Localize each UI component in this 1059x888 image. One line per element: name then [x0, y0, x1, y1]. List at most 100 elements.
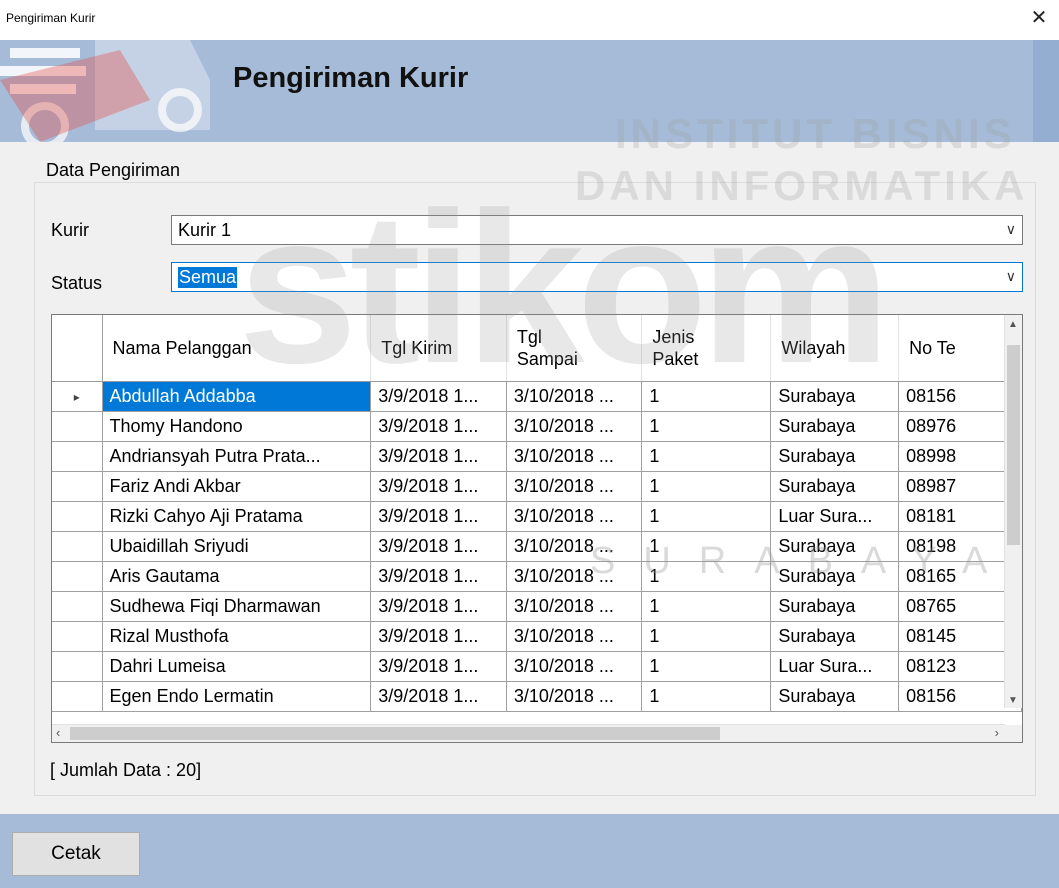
cell-jenis-paket[interactable]: 1: [641, 561, 772, 592]
cell-wilayah[interactable]: Surabaya: [770, 681, 900, 712]
header-accent: [1033, 40, 1059, 142]
row-header[interactable]: [52, 441, 103, 472]
table-row[interactable]: Sudhewa Fiqi Dharmawan 3/9/2018 1... 3/10/…: [52, 591, 1022, 622]
cell-tgl-sampai[interactable]: 3/10/2018 ...: [506, 381, 643, 412]
cell-tgl-sampai[interactable]: 3/10/2018 ...: [506, 591, 643, 622]
pengiriman-data-grid[interactable]: Nama Pelanggan Tgl Kirim Tgl Sampai Jeni…: [51, 314, 1023, 743]
column-header-tgl-sampai[interactable]: Tgl Sampai: [506, 315, 643, 382]
vertical-scrollbar[interactable]: ▲ ▼: [1004, 315, 1022, 708]
cell-nama[interactable]: Rizki Cahyo Aji Pratama: [102, 501, 372, 532]
cell-tgl-kirim[interactable]: 3/9/2018 1...: [370, 471, 507, 502]
vertical-scroll-thumb[interactable]: [1007, 345, 1020, 545]
cell-tgl-kirim[interactable]: 3/9/2018 1...: [370, 591, 507, 622]
kurir-selected-value: Kurir 1: [178, 220, 232, 240]
cell-wilayah[interactable]: Surabaya: [770, 441, 900, 472]
cell-tgl-sampai[interactable]: 3/10/2018 ...: [506, 411, 643, 442]
cell-tgl-kirim[interactable]: 3/9/2018 1...: [370, 441, 507, 472]
cell-nama[interactable]: Abdullah Addabba: [102, 381, 372, 412]
cell-tgl-kirim[interactable]: 3/9/2018 1...: [370, 501, 507, 532]
row-header[interactable]: [52, 411, 103, 442]
cell-tgl-kirim[interactable]: 3/9/2018 1...: [370, 651, 507, 682]
horizontal-scroll-thumb[interactable]: [70, 727, 720, 740]
cell-jenis-paket[interactable]: 1: [641, 471, 772, 502]
cell-nama[interactable]: Egen Endo Lermatin: [102, 681, 372, 712]
row-header[interactable]: [52, 591, 103, 622]
cell-nama[interactable]: Fariz Andi Akbar: [102, 471, 372, 502]
table-row[interactable]: Fariz Andi Akbar 3/9/2018 1... 3/10/2018 .…: [52, 471, 1022, 502]
column-header-wilayah[interactable]: Wilayah: [770, 315, 900, 382]
table-row[interactable]: Rizki Cahyo Aji Pratama 3/9/2018 1... 3/10…: [52, 501, 1022, 532]
cell-wilayah[interactable]: Surabaya: [770, 411, 900, 442]
cell-jenis-paket[interactable]: 1: [641, 681, 772, 712]
cell-tgl-sampai[interactable]: 3/10/2018 ...: [506, 501, 643, 532]
cell-jenis-paket[interactable]: 1: [641, 501, 772, 532]
row-header[interactable]: [52, 651, 103, 682]
print-button[interactable]: Cetak: [12, 832, 140, 876]
table-row[interactable]: Aris Gautama 3/9/2018 1... 3/10/2018 ... 1 S…: [52, 561, 1022, 592]
cell-wilayah[interactable]: Surabaya: [770, 561, 900, 592]
cell-tgl-sampai[interactable]: 3/10/2018 ...: [506, 651, 643, 682]
cell-jenis-paket[interactable]: 1: [641, 621, 772, 652]
cell-nama[interactable]: Rizal Musthofa: [102, 621, 372, 652]
cell-tgl-kirim[interactable]: 3/9/2018 1...: [370, 621, 507, 652]
cell-nama[interactable]: Aris Gautama: [102, 561, 372, 592]
cell-jenis-paket[interactable]: 1: [641, 651, 772, 682]
table-row[interactable]: Rizal Musthofa 3/9/2018 1... 3/10/2018 ...…: [52, 621, 1022, 652]
cell-wilayah[interactable]: Luar Sura...: [770, 651, 900, 682]
cell-nama[interactable]: Thomy Handono: [102, 411, 372, 442]
row-header[interactable]: [52, 561, 103, 592]
status-label: Status: [51, 273, 103, 293]
kurir-label: Kurir: [51, 220, 90, 240]
table-row[interactable]: Dahri Lumeisa 3/9/2018 1... 3/10/2018 ... 1…: [52, 651, 1022, 682]
delivery-truck-icon: [0, 40, 210, 142]
column-header-jenis-paket[interactable]: Jenis Paket: [641, 315, 772, 382]
cell-tgl-sampai[interactable]: 3/10/2018 ...: [506, 621, 643, 652]
kurir-dropdown[interactable]: Kurir 1 ∨: [171, 215, 1023, 245]
row-header[interactable]: [52, 681, 103, 712]
scroll-left-icon[interactable]: ‹: [56, 725, 60, 740]
table-row[interactable]: Ubaidillah Sriyudi 3/9/2018 1... 3/10/2018…: [52, 531, 1022, 562]
cell-wilayah[interactable]: Surabaya: [770, 381, 900, 412]
row-header[interactable]: [52, 531, 103, 562]
cell-tgl-sampai[interactable]: 3/10/2018 ...: [506, 681, 643, 712]
cell-wilayah[interactable]: Surabaya: [770, 531, 900, 562]
cell-jenis-paket[interactable]: 1: [641, 381, 772, 412]
cell-jenis-paket[interactable]: 1: [641, 591, 772, 622]
horizontal-scrollbar[interactable]: ‹ ›: [52, 724, 1005, 742]
cell-tgl-sampai[interactable]: 3/10/2018 ...: [506, 471, 643, 502]
close-button[interactable]: ✕: [1019, 0, 1059, 34]
table-row[interactable]: Thomy Handono 3/9/2018 1... 3/10/2018 ... 1…: [52, 411, 1022, 442]
cell-tgl-kirim[interactable]: 3/9/2018 1...: [370, 411, 507, 442]
row-header[interactable]: [52, 621, 103, 652]
scroll-down-icon[interactable]: ▼: [1008, 695, 1018, 706]
cell-tgl-kirim[interactable]: 3/9/2018 1...: [370, 531, 507, 562]
cell-tgl-kirim[interactable]: 3/9/2018 1...: [370, 561, 507, 592]
cell-tgl-sampai[interactable]: 3/10/2018 ...: [506, 561, 643, 592]
cell-jenis-paket[interactable]: 1: [641, 441, 772, 472]
table-row[interactable]: Egen Endo Lermatin 3/9/2018 1... 3/10/2018…: [52, 681, 1022, 712]
cell-tgl-sampai[interactable]: 3/10/2018 ...: [506, 441, 643, 472]
cell-tgl-kirim[interactable]: 3/9/2018 1...: [370, 681, 507, 712]
row-header[interactable]: [52, 501, 103, 532]
row-header[interactable]: [52, 471, 103, 502]
scroll-up-icon[interactable]: ▲: [1008, 319, 1018, 330]
row-indicator-icon[interactable]: ▸: [52, 381, 103, 412]
status-dropdown[interactable]: Semua ∨: [171, 262, 1023, 292]
table-row[interactable]: ▸ Abdullah Addabba 3/9/2018 1... 3/10/2018 …: [52, 381, 1022, 412]
cell-jenis-paket[interactable]: 1: [641, 531, 772, 562]
cell-wilayah[interactable]: Surabaya: [770, 471, 900, 502]
cell-jenis-paket[interactable]: 1: [641, 411, 772, 442]
cell-wilayah[interactable]: Surabaya: [770, 621, 900, 652]
cell-tgl-kirim[interactable]: 3/9/2018 1...: [370, 381, 507, 412]
cell-nama[interactable]: Ubaidillah Sriyudi: [102, 531, 372, 562]
column-header-nama-pelanggan[interactable]: Nama Pelanggan: [102, 315, 372, 382]
cell-nama[interactable]: Andriansyah Putra Prata...: [102, 441, 372, 472]
scroll-right-icon[interactable]: ›: [995, 725, 999, 740]
cell-wilayah[interactable]: Luar Sura...: [770, 501, 900, 532]
column-header-tgl-kirim[interactable]: Tgl Kirim: [370, 315, 507, 382]
cell-wilayah[interactable]: Surabaya: [770, 591, 900, 622]
cell-tgl-sampai[interactable]: 3/10/2018 ...: [506, 531, 643, 562]
cell-nama[interactable]: Sudhewa Fiqi Dharmawan: [102, 591, 372, 622]
cell-nama[interactable]: Dahri Lumeisa: [102, 651, 372, 682]
table-row[interactable]: Andriansyah Putra Prata... 3/9/2018 1... 3…: [52, 441, 1022, 472]
